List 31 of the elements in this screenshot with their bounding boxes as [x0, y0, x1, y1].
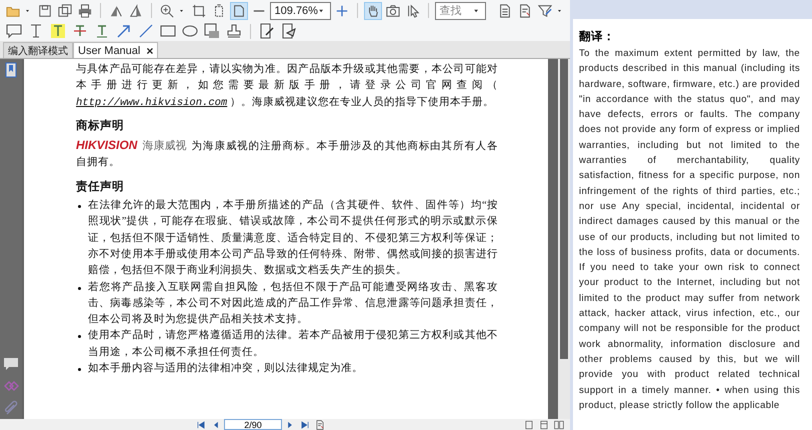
- translation-title: 翻译：: [579, 29, 616, 44]
- two-page-icon[interactable]: [552, 419, 566, 430]
- bullet-text: 如本手册内容与适用的法律相冲突，则以法律规定为准。: [88, 361, 364, 376]
- website-link[interactable]: http://www.hikvision.com: [76, 96, 228, 109]
- bullet-text: 若您将产品接入互联网需自担风险，包括但不限于产品可能遭受网络攻击、黑客攻击、病毒感染等，本公司不对因此造成的产品工作异常、信息泄露等问题承担责任，但本公司将及时为您提供产品相关技术支持。: [88, 280, 498, 328]
- section-heading: 责任声明: [76, 179, 125, 195]
- document-tab[interactable]: 编入翻译模式: [3, 42, 73, 58]
- section-heading: 商标声明: [76, 118, 125, 134]
- translation-text: To the maximum extent permitted by law, the products described in this manual (including its hardware, software, firmware, etc.) are provided "in accordance with the status quo", and may have defects, errors or faults. The company does not provide any form of express or implied warranties, including but not limited to the warranties of merchantability, quality satisfaction, fitness for a specific purpose, non infringement of the rights of third parties, etc.; nor use Any special, incidental, incidental or indirect damages caused by this manual or the use of our products, including but not limited to the loss of business profits, data or documents. If you need to take your own risk to connect your product to the Internet, including but not limited to the product may suffer from network attack, hacker attack, virus infection, etc., our company will not be responsible for the product work abnormality, information disclosure and other problems caused by this, but we will provide you with product related technical support in a timely manner. • when using this product, please strictly follow the applicable: [579, 47, 800, 413]
- bullet-text: 在法律允许的最大范围内，本手册所描述的产品（含其硬件、软件、固件等）均“按照现状”提供，可能存在瑕疵、错误或故障，本公司不提供任何形式的明示或默示保证，包括但不限于适销性、质量满意度、适合特定目的、不侵犯第三方权利等保证；亦不对使用本手册或使用本公司产品导致的任何特殊、附带、偶然或间接的损害进行赔偿，包括但不限于商业利润损失、数据或文档丢失产生的损失。: [88, 198, 498, 278]
- image-icon[interactable]: [202, 22, 222, 40]
- search-dropdown[interactable]: 查找: [434, 2, 486, 20]
- hand-icon[interactable]: [364, 2, 382, 20]
- close-tab-button[interactable]: ×: [146, 44, 154, 58]
- comment-icon[interactable]: [1, 355, 21, 373]
- bullet-text: 使用本产品时，请您严格遵循适用的法律。若本产品被用于侵犯第三方权利或其他不当用途，本公司概不承担任何责任。: [88, 328, 498, 360]
- document-tab[interactable]: User Manual ×: [73, 42, 158, 58]
- printer-icon[interactable]: [76, 2, 94, 20]
- save-all-icon[interactable]: [56, 2, 74, 20]
- bullet-icon: [78, 368, 81, 372]
- bullet-icon: [78, 335, 81, 338]
- page-number-field[interactable]: 2/90: [224, 419, 282, 430]
- scrollbar[interactable]: [558, 59, 570, 419]
- zoom-dropdown[interactable]: 109.76%: [270, 2, 331, 20]
- highlight-text-icon[interactable]: [48, 22, 68, 40]
- paragraph: HIKVISION 海康威视 为海康威视的注册商标。本手册涉及的其他商标由其所有人各自拥有。: [76, 137, 498, 170]
- paragraph: 与具体产品可能存在差异，请以实物为准。因产品版本升级或其他需要，本公司可能对本手册进行更新，如您需要最新版手册，请登录公司官网查阅（ http://www.hikvision.com ）。海康威视建议您在专业人员的指导下使用本手册。: [76, 62, 498, 111]
- page-icon[interactable]: [230, 2, 248, 20]
- bullet-icon: [78, 205, 81, 208]
- bullet-icon: [78, 286, 81, 290]
- comment-icon[interactable]: [4, 22, 24, 40]
